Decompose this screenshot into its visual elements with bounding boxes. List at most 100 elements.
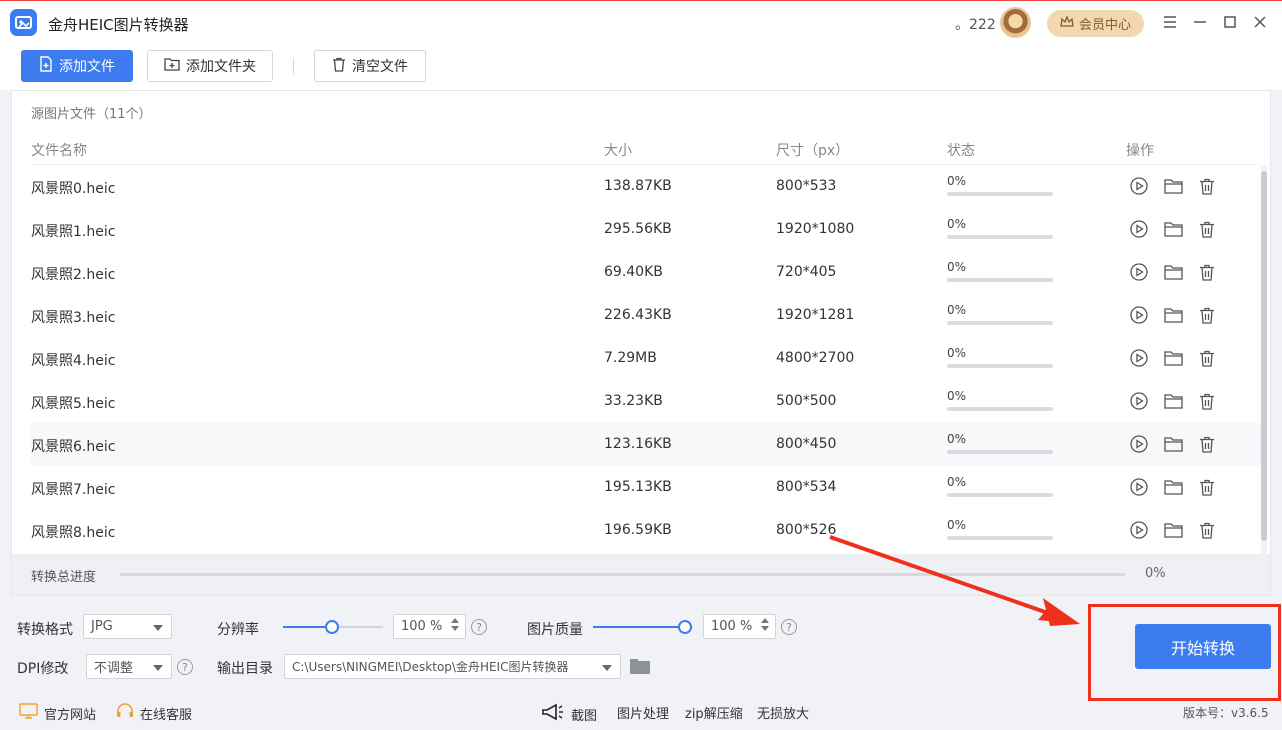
resolution-slider-knob[interactable]	[325, 620, 339, 634]
play-icon[interactable]	[1129, 348, 1149, 368]
title-bar: 金舟HEIC图片转换器 。222 会员中心	[0, 0, 1282, 44]
delete-icon[interactable]	[1197, 348, 1217, 368]
file-status: 0%	[947, 174, 1053, 196]
add-file-button[interactable]: 添加文件	[21, 50, 133, 82]
menu-icon[interactable]	[1159, 11, 1181, 33]
status-progress-bar	[947, 407, 1053, 411]
total-progress-label: 转换总进度	[31, 570, 97, 585]
delete-icon[interactable]	[1197, 391, 1217, 411]
folder-icon[interactable]	[1163, 262, 1183, 282]
screenshot-link[interactable]: 截图	[541, 703, 597, 725]
zip-link[interactable]: zip解压缩	[685, 703, 743, 722]
table-row[interactable]: 风景照1.heic 295.56KB 1920*1080 0%	[31, 208, 1261, 251]
maximize-icon[interactable]	[1219, 11, 1241, 33]
play-icon[interactable]	[1129, 434, 1149, 454]
file-dimensions: 800*533	[776, 178, 837, 194]
file-dimensions: 800*534	[776, 479, 837, 495]
folder-icon[interactable]	[1163, 219, 1183, 239]
official-website-label: 官方网站	[44, 707, 97, 723]
quality-slider[interactable]	[593, 620, 693, 634]
status-percent: 0%	[947, 475, 967, 489]
upscale-link[interactable]: 无损放大	[757, 703, 809, 722]
scrollbar[interactable]	[1261, 165, 1267, 554]
folder-icon[interactable]	[1163, 305, 1183, 325]
delete-icon[interactable]	[1197, 262, 1217, 282]
table-row[interactable]: 风景照7.heic 195.13KB 800*534 0%	[31, 466, 1261, 509]
official-website-link[interactable]: 官方网站	[19, 703, 96, 723]
play-icon[interactable]	[1129, 176, 1149, 196]
file-dimensions: 800*526	[776, 522, 837, 538]
quality-help-icon[interactable]: ?	[781, 619, 797, 635]
delete-icon[interactable]	[1197, 434, 1217, 454]
status-percent: 0%	[947, 303, 967, 317]
file-status: 0%	[947, 260, 1053, 282]
online-support-label: 在线客服	[140, 708, 193, 723]
row-actions	[1129, 348, 1217, 368]
chevron-down-icon	[602, 665, 612, 671]
output-dir-select[interactable]: C:\Users\NINGMEI\Desktop\金舟HEIC图片转换器	[284, 654, 621, 679]
table-row[interactable]: 风景照4.heic 7.29MB 4800*2700 0%	[31, 337, 1261, 380]
status-progress-bar	[947, 536, 1053, 540]
add-file-label: 添加文件	[59, 59, 115, 75]
row-actions	[1129, 262, 1217, 282]
clear-files-button[interactable]: 清空文件	[314, 50, 426, 82]
dpi-help-icon[interactable]: ?	[177, 659, 193, 675]
folder-icon[interactable]	[1163, 520, 1183, 540]
file-name: 风景照4.heic	[31, 353, 116, 369]
image-process-link[interactable]: 图片处理	[617, 703, 669, 722]
folder-icon[interactable]	[1163, 434, 1183, 454]
status-percent: 0%	[947, 518, 967, 532]
quality-slider-knob[interactable]	[678, 620, 692, 634]
folder-icon[interactable]	[1163, 176, 1183, 196]
play-icon[interactable]	[1129, 391, 1149, 411]
file-name: 风景照7.heic	[31, 482, 116, 498]
play-icon[interactable]	[1129, 520, 1149, 540]
table-row[interactable]: 风景照8.heic 196.59KB 800*526 0%	[31, 509, 1261, 552]
file-dimensions: 4800*2700	[776, 350, 855, 366]
play-icon[interactable]	[1129, 305, 1149, 325]
resolution-slider[interactable]	[283, 620, 383, 634]
folder-icon[interactable]	[1163, 391, 1183, 411]
table-row[interactable]: 风景照6.heic 123.16KB 800*450 0%	[31, 423, 1261, 466]
file-name: 风景照5.heic	[31, 396, 116, 412]
stepper-arrows-icon[interactable]	[761, 618, 769, 631]
quality-stepper[interactable]: 100 %	[703, 614, 776, 639]
avatar[interactable]	[1000, 7, 1031, 38]
total-progress-value: 0%	[1145, 566, 1166, 581]
scrollbar-thumb[interactable]	[1261, 171, 1267, 541]
folder-icon[interactable]	[1163, 477, 1183, 497]
points-count: 。222	[955, 17, 996, 33]
table-row[interactable]: 风景照3.heic 226.43KB 1920*1281 0%	[31, 294, 1261, 337]
delete-icon[interactable]	[1197, 219, 1217, 239]
file-size: 226.43KB	[604, 307, 672, 323]
resolution-stepper[interactable]: 100 %	[393, 614, 466, 639]
browse-folder-icon[interactable]	[629, 657, 651, 679]
play-icon[interactable]	[1129, 477, 1149, 497]
row-actions	[1129, 391, 1217, 411]
table-row[interactable]: 风景照2.heic 69.40KB 720*405 0%	[31, 251, 1261, 294]
minimize-icon[interactable]	[1189, 11, 1211, 33]
table-row[interactable]: 风景照5.heic 33.23KB 500*500 0%	[31, 380, 1261, 423]
col-header-size: 大小	[604, 143, 632, 159]
folder-icon[interactable]	[1163, 348, 1183, 368]
stepper-arrows-icon[interactable]	[451, 618, 459, 631]
online-support-link[interactable]: 在线客服	[116, 703, 192, 724]
start-convert-button[interactable]: 开始转换	[1135, 624, 1271, 669]
delete-icon[interactable]	[1197, 305, 1217, 325]
play-icon[interactable]	[1129, 262, 1149, 282]
file-size: 138.87KB	[604, 178, 672, 194]
row-actions	[1129, 305, 1217, 325]
table-row[interactable]: 风景照0.heic 138.87KB 800*533 0%	[31, 165, 1261, 208]
delete-icon[interactable]	[1197, 477, 1217, 497]
add-folder-button[interactable]: 添加文件夹	[147, 50, 273, 82]
play-icon[interactable]	[1129, 219, 1149, 239]
delete-icon[interactable]	[1197, 520, 1217, 540]
file-size: 195.13KB	[604, 479, 672, 495]
resolution-help-icon[interactable]: ?	[471, 619, 487, 635]
delete-icon[interactable]	[1197, 176, 1217, 196]
close-icon[interactable]	[1249, 11, 1271, 33]
format-select[interactable]: JPG	[83, 614, 172, 639]
col-header-actions: 操作	[1126, 143, 1154, 159]
vip-center-button[interactable]: 会员中心	[1047, 10, 1144, 37]
dpi-select[interactable]: 不调整	[86, 654, 172, 679]
